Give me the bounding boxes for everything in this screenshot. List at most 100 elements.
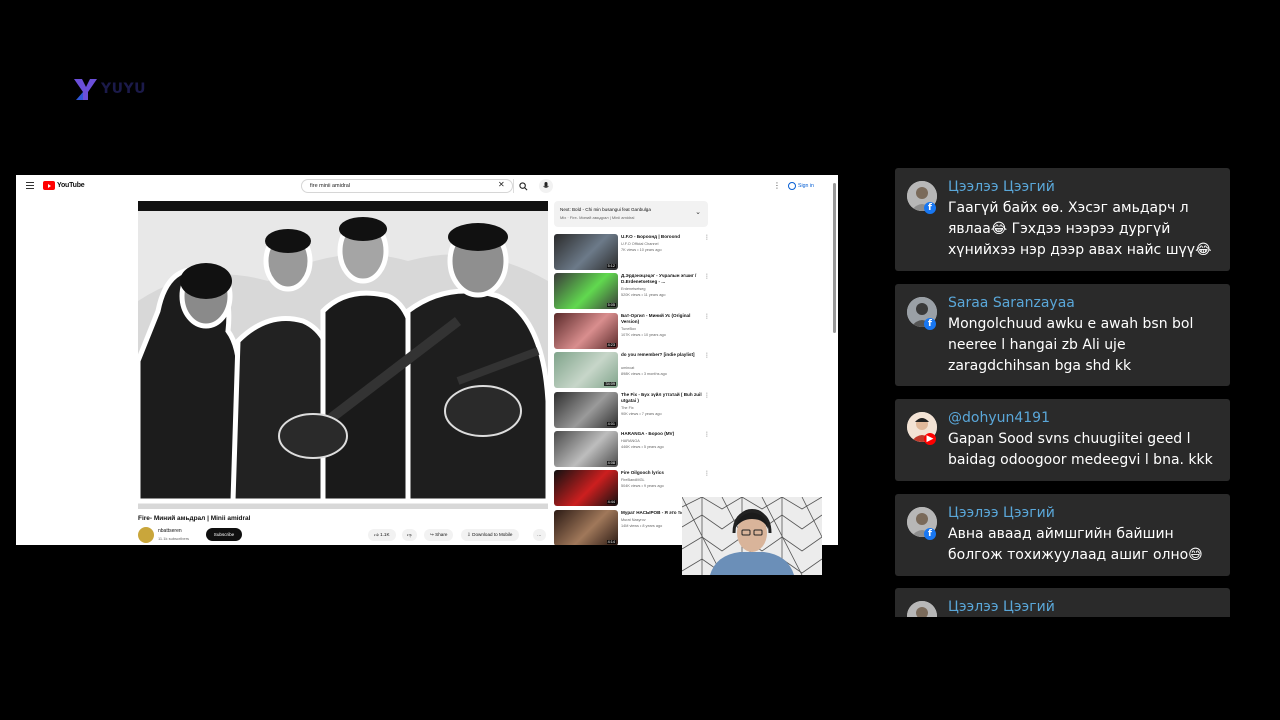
video-thumbnail[interactable]: 4:44 [554,470,618,507]
video-player[interactable] [138,201,548,509]
video-duration: 4:14 [606,539,616,544]
video-thumbnail[interactable]: 4:08 [554,431,618,467]
recommendation-item[interactable]: 4:23 Бат-Оргил - Миний Ус (Original Versi… [554,312,714,349]
recommendation-channel[interactable]: HARANGA [621,439,640,443]
channel-subscribers: 11.1k subscribers [158,536,190,541]
recommendation-channel[interactable]: The Fix [621,406,634,410]
video-duration: 5:05 [606,303,616,308]
dislike-button[interactable]: 👎︎ [402,529,417,541]
share-button[interactable]: ↪ Share [424,529,454,541]
webcam-overlay [682,497,822,575]
chat-message: Цээлээ Цээгий [895,588,1230,617]
recommendation-item[interactable]: 5:12 U.F.O - Бороонд | Boroond U.F.O Offic… [554,234,714,270]
recommendation-title[interactable]: Fire Oilgooch lyrics [621,470,703,476]
chat-text: Gapan Sood svns chuugiitei geed l baidag… [948,431,1213,468]
recommendation-item[interactable]: 4:01 The Fix - Бух зүйл утгатай ( Buh zui… [554,391,714,428]
more-icon[interactable]: ⋮ [704,470,710,477]
more-icon[interactable]: ⋮ [704,273,710,280]
sign-in-button[interactable]: Sign in [788,180,814,192]
video-thumbnail[interactable]: 5:05 [554,273,618,310]
menu-icon[interactable] [26,182,34,189]
recommendation-channel[interactable]: umincat [621,366,634,370]
brand-name: YUYU [101,81,147,97]
video-duration: 4:44 [606,500,616,505]
more-icon[interactable]: ⋮ [773,181,781,190]
recommendation-channel[interactable]: TuneBox [621,327,636,331]
video-duration: 4:23 [606,342,616,347]
recommendation-title[interactable]: do you remember? [indie playlist] [621,352,703,358]
recommendation-meta: 90K views • 7 years ago [621,411,662,416]
video-thumbnail[interactable]: 5:12 [554,234,618,270]
video-frame-image [138,201,548,509]
share-icon: ↪ [430,532,434,537]
video-duration: 4:01 [606,421,616,426]
recommendation-item[interactable]: 4:08 HARANGA - Бороо (MV) HARANGA 446K view… [554,431,714,467]
facebook-icon: f [924,318,936,330]
recommendation-title[interactable]: U.F.O - Бороонд | Boroond [621,234,703,240]
search-icon [519,182,528,191]
search-input[interactable]: fire minii amidral [301,179,513,193]
recommendation-item[interactable]: 34:09 do you remember? [indie playlist] um… [554,352,714,389]
up-next-panel[interactable]: Next: Bold - Chi min busangui feat Ganbu… [554,201,708,227]
channel-name[interactable]: nbattseren [158,528,182,534]
recommendation-title[interactable]: The Fix - Бух зүйл утгатай ( Buh zuil ut… [621,392,703,404]
recommendation-channel[interactable]: Murat Nasyrov [621,518,646,522]
youtube-topbar: YouTube fire minii amidral ✕ ⋮ Sign in [16,175,838,197]
recommendation-meta: 107K views • 10 years ago [621,332,666,337]
up-next-subtitle: Mix · Fire- Миний амьдрал | Minii amidra… [560,215,635,220]
more-icon[interactable]: ⋮ [704,431,710,438]
youtube-logo-text: YouTube [57,182,85,189]
video-duration: 34:09 [604,382,616,387]
chat-message: f Цээлээ Цээгий Гаагүй байх өө. Хэсэг ам… [895,168,1230,271]
video-thumbnail[interactable]: 34:09 [554,352,618,389]
download-icon: ⇩ [467,532,471,537]
like-icon: 👍︎ [374,532,379,537]
more-actions-button[interactable]: … [533,529,546,541]
more-icon[interactable]: ⋮ [704,392,710,399]
recommendation-item[interactable]: 5:05 Д.Эрдэнэцэцэг - Учралын эгшиг / D.Er… [554,273,714,310]
chat-text: Авна аваад аймшгийн байшин болгож тохижу… [948,526,1203,563]
chat-author: @dohyun4191 [948,410,1050,426]
chat-message: f Цээлээ Цээгий Авна аваад аймшгийн байш… [895,494,1230,576]
search-button[interactable] [513,179,533,193]
video-thumbnail[interactable]: 4:01 [554,391,618,428]
chat-text: Гаагүй байх өө. Хэсэг амьдарч л явлаа😂 Г… [948,200,1212,258]
more-icon[interactable]: ⋮ [704,234,710,241]
recommendation-channel[interactable]: FireBandMGL [621,478,645,482]
scrollbar[interactable] [833,183,836,333]
recommendation-meta: 504K views • 9 years ago [621,484,664,489]
chat-text: Mongolchuud awku e awah bsn bol neeree l… [948,316,1194,374]
brand-mark-icon [74,79,97,100]
chevron-down-icon[interactable]: ⌄ [695,208,701,216]
close-icon[interactable]: ✕ [498,180,505,189]
video-thumbnail[interactable]: 4:23 [554,312,618,349]
brand-logo: YUYU [72,76,146,102]
chat-author: Цээлээ Цээгий [948,179,1055,195]
youtube-logo-icon [43,181,55,190]
recommendation-channel[interactable]: U.F.O Official Channel [621,242,659,246]
facebook-icon: f [924,202,936,214]
chat-message: f Saraa Saranzayaa Mongolchuud awku e aw… [895,284,1230,386]
mic-button[interactable] [539,179,553,193]
recommendation-meta: 520K views • 11 years ago [621,293,666,298]
more-icon[interactable]: ⋮ [704,313,710,320]
like-count: 1.1K [380,532,390,537]
recommendation-title[interactable]: Д.Эрдэнэцэцэг - Учралын эгшиг / D.Erdene… [621,273,703,285]
up-next-title: Next: Bold - Chi min busangui feat Ganbu… [560,207,651,212]
video-thumbnail[interactable]: 4:14 [554,509,618,545]
like-button[interactable]: 👍︎ 1.1K [368,529,396,541]
download-button[interactable]: ⇩ Download to Mobile [461,529,519,541]
recommendation-title[interactable]: HARANGA - Бороо (MV) [621,431,703,437]
recommendation-title[interactable]: Бат-Оргил - Миний Ус (Original Version) [621,313,703,325]
recommendation-meta: 14M views • 8 years ago [621,523,663,528]
recommendation-channel[interactable]: Erdenetsetseg [621,287,646,291]
share-label: Share [435,532,448,537]
youtube-logo[interactable]: YouTube [43,181,85,190]
channel-avatar[interactable] [138,527,154,543]
facebook-icon: f [924,528,936,540]
sign-in-label: Sign in [798,183,814,189]
chat-message: ▶ @dohyun4191 Gapan Sood svns chuugiitei… [895,399,1230,481]
subscribe-button[interactable]: Subscribe [206,528,242,541]
more-icon[interactable]: ⋮ [704,352,710,359]
recommendation-meta: 7K views • 10 years ago [621,248,662,252]
